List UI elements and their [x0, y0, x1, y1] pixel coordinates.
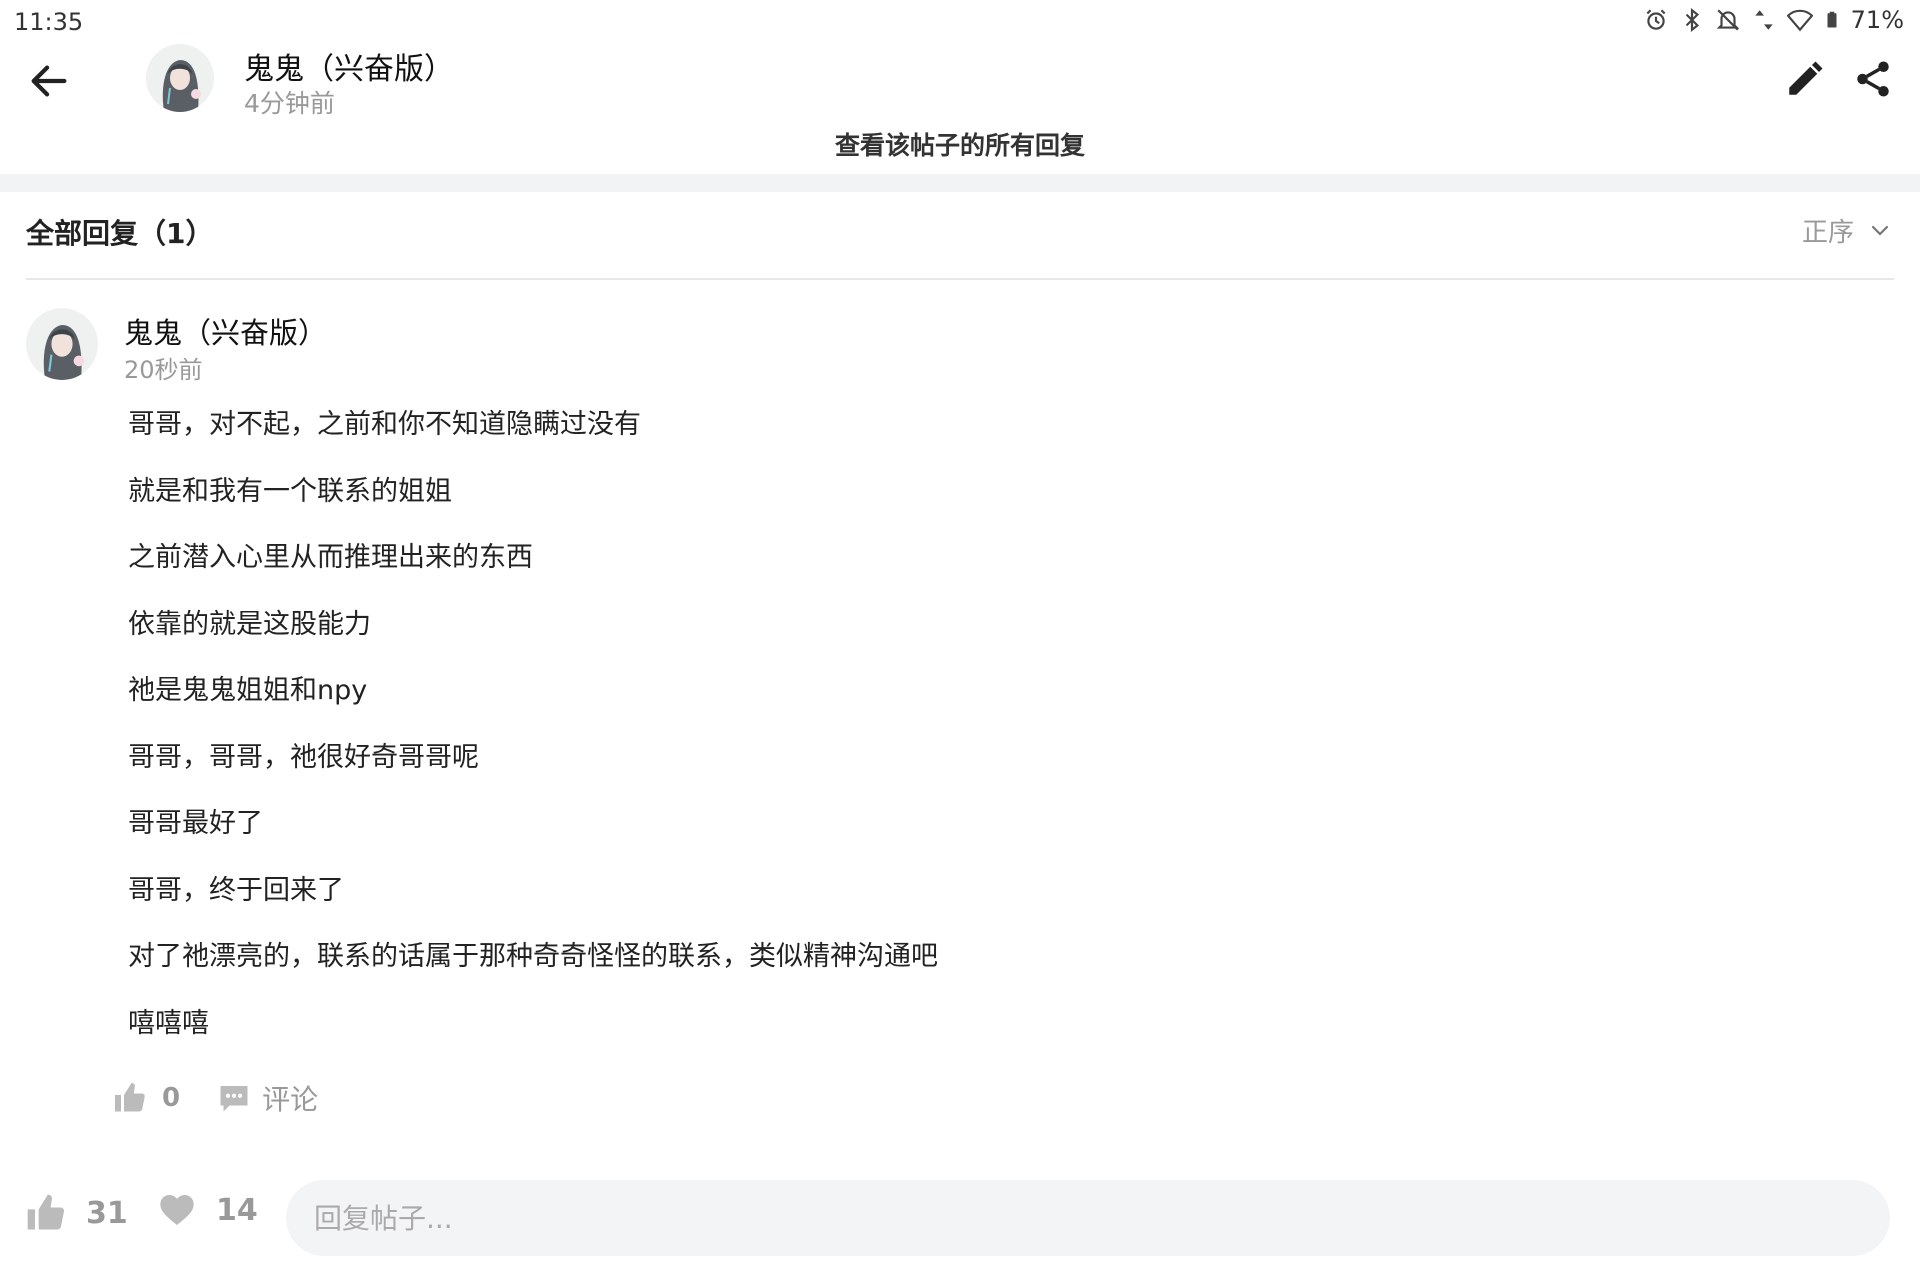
- reply-line: 祂是鬼鬼姐姐和npy: [128, 675, 368, 706]
- back-arrow-icon[interactable]: [26, 58, 72, 104]
- author-avatar[interactable]: [146, 44, 214, 112]
- thumbs-up-icon: [27, 1194, 65, 1230]
- reply-comment-button[interactable]: 评论: [216, 1078, 318, 1118]
- alarm-icon: [1646, 9, 1666, 30]
- reply-author-avatar[interactable]: [26, 308, 98, 380]
- battery-icon: [1827, 11, 1837, 28]
- reply-line: 之前潜入心里从而推理出来的东西: [128, 542, 533, 573]
- reply-line: 哥哥，对不起，之前和你不知道隐瞒过没有: [128, 409, 641, 440]
- reply-comment-label: 评论: [262, 1083, 319, 1116]
- reply-post-input[interactable]: [286, 1180, 1890, 1256]
- reply-body: 哥哥，对不起，之前和你不知道隐瞒过没有 就是和我有一个联系的姐姐 之前潜入心里从…: [128, 410, 1728, 1075]
- reply-line: 就是和我有一个联系的姐姐: [128, 475, 452, 507]
- heart-icon: [160, 1195, 194, 1225]
- battery-percent: 71%: [1850, 6, 1904, 34]
- status-bar: 11:35 71%: [0, 0, 1920, 44]
- post-favorite-count: 14: [216, 1192, 258, 1228]
- post-like-button[interactable]: 31: [24, 1190, 128, 1236]
- reply-author-name[interactable]: 鬼鬼（兴奋版）: [124, 310, 327, 352]
- notifications-off-icon: [1716, 9, 1739, 31]
- section-separator: [0, 174, 1920, 192]
- view-all-replies-link[interactable]: 查看该帖子的所有回复: [0, 126, 1920, 162]
- reply-like-button[interactable]: 0: [112, 1080, 180, 1116]
- author-name[interactable]: 鬼鬼（兴奋版）: [244, 44, 454, 88]
- post-time: 4分钟前: [244, 89, 335, 118]
- status-time: 11:35: [14, 8, 84, 36]
- sort-order-button[interactable]: 正序: [1802, 212, 1892, 249]
- reply-line: 对了祂漂亮的，联系的话属于那种奇奇怪怪的联系，类似精神沟通吧: [128, 941, 938, 972]
- post-like-count: 31: [86, 1195, 128, 1231]
- thumbs-up-icon: [115, 1083, 145, 1112]
- reply-line: 依靠的就是这股能力: [128, 608, 371, 640]
- bottom-action-bar: 31 14: [0, 1176, 1920, 1260]
- reply-actions: 0 评论: [112, 1078, 318, 1118]
- all-replies-title: 全部回复（1）: [26, 217, 214, 250]
- share-icon[interactable]: [1852, 58, 1894, 100]
- reply-line: 嘻嘻嘻: [128, 1007, 209, 1039]
- reply-line: 哥哥，终于回来了: [128, 874, 344, 906]
- reply-time: 20秒前: [124, 356, 203, 384]
- reply-line: 哥哥，哥哥，祂很好奇哥哥呢: [128, 741, 479, 773]
- comment-bubble-icon: [220, 1086, 248, 1112]
- wifi-icon: [1786, 9, 1813, 32]
- edit-pencil-icon[interactable]: [1784, 58, 1826, 100]
- post-header: 鬼鬼（兴奋版） 4分钟前 查看该帖子的所有回复: [0, 44, 1920, 170]
- divider: [26, 278, 1894, 280]
- reply-line: 哥哥最好了: [128, 808, 263, 839]
- data-arrows-icon: [1754, 10, 1773, 30]
- reply-like-count: 0: [162, 1083, 181, 1113]
- post-favorite-button[interactable]: 14: [156, 1190, 258, 1230]
- status-icons: 71%: [1643, 6, 1904, 34]
- chevron-down-icon: [1871, 225, 1889, 236]
- sort-order-label: 正序: [1801, 218, 1854, 248]
- bluetooth-icon: [1685, 7, 1699, 33]
